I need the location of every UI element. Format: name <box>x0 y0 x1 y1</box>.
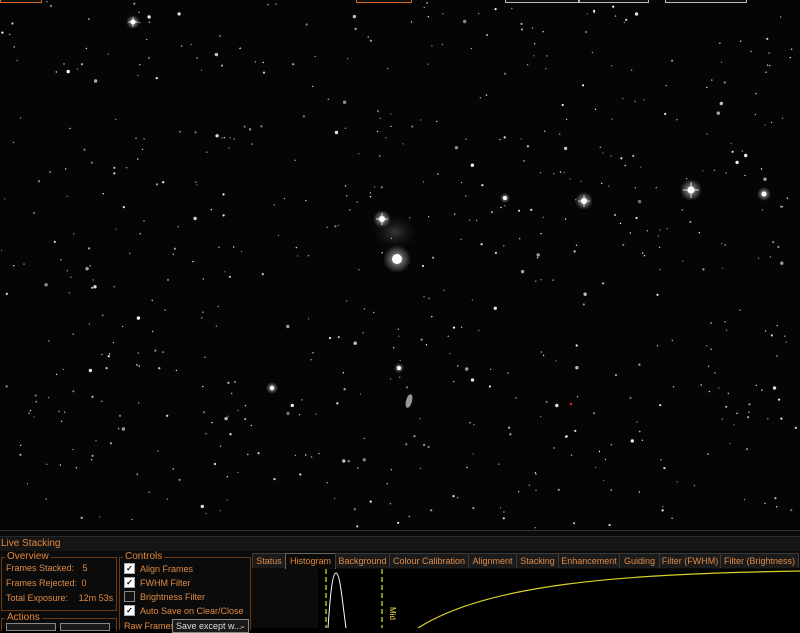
checkbox-check-icon: ✓ <box>124 605 135 617</box>
tab-alignment[interactable]: Alignment <box>468 553 517 568</box>
tab-background[interactable]: Background <box>335 553 390 568</box>
tab-status[interactable]: Status <box>252 553 286 568</box>
checkbox-empty-icon <box>124 591 135 603</box>
toolbar-button[interactable] <box>356 0 412 3</box>
total-exposure-row: Total Exposure: 12m 53s <box>6 593 113 603</box>
frames-stacked-value: 5 <box>82 563 88 573</box>
bright-star <box>575 192 593 210</box>
mid-label: Mid <box>388 607 397 620</box>
auto-save-label: Auto Save on Clear/Close <box>140 606 244 616</box>
tab-guiding[interactable]: Guiding <box>619 553 660 568</box>
controls-title: Controls <box>123 551 165 563</box>
tab-enhancement[interactable]: Enhancement <box>558 553 620 568</box>
frames-stacked-row: Frames Stacked: 5 <box>6 563 88 573</box>
tab-stacking[interactable]: Stacking <box>516 553 559 568</box>
stacked-image-view[interactable] <box>0 0 800 530</box>
brightness-filter-checkbox[interactable]: Brightness Filter <box>124 591 205 603</box>
toolbar-button[interactable] <box>665 0 747 3</box>
total-exposure-value: 12m 53s <box>78 593 114 603</box>
align-frames-checkbox[interactable]: ✓ Align Frames <box>124 563 193 575</box>
red-marker <box>569 402 573 406</box>
panel-title: Live Stacking <box>0 536 800 551</box>
bright-star <box>500 193 510 203</box>
chevron-down-icon: ⌄ <box>239 621 246 630</box>
total-exposure-label: Total Exposure: <box>6 593 69 603</box>
bright-star <box>394 363 404 373</box>
bright-star <box>680 179 702 201</box>
toolbar-button[interactable] <box>0 0 42 3</box>
controls-group: Controls ✓ Align Frames ✓ FWHM Filter Brig… <box>119 551 251 633</box>
overview-title: Overview <box>5 551 51 563</box>
bright-star <box>126 15 140 29</box>
checkbox-check-icon: ✓ <box>124 563 135 575</box>
action-button[interactable] <box>6 623 56 631</box>
auto-save-checkbox[interactable]: ✓ Auto Save on Clear/Close <box>124 605 244 617</box>
brightness-filter-label: Brightness Filter <box>140 592 206 602</box>
frames-rejected-label: Frames Rejected: <box>6 578 78 588</box>
toolbar-button[interactable] <box>505 0 579 3</box>
tab-filter-brightness[interactable]: Filter (Brightness) <box>720 553 799 568</box>
align-frames-label: Align Frames <box>140 564 194 574</box>
action-button[interactable] <box>60 623 110 631</box>
frames-rejected-row: Frames Rejected: 0 <box>6 578 87 588</box>
live-stacking-panel: Live Stacking Overview Frames Stacked: 5… <box>0 530 800 633</box>
frames-stacked-label: Frames Stacked: <box>6 563 75 573</box>
tab-filter-fwhm[interactable]: Filter (FWHM) <box>659 553 721 568</box>
tab-histogram[interactable]: Histogram <box>285 553 336 569</box>
tab-colour-calibration[interactable]: Colour Calibration <box>389 553 469 568</box>
raw-frames-value: Save except w... <box>176 621 242 631</box>
histogram-plot[interactable]: Mid <box>318 569 800 628</box>
bright-star <box>373 210 391 228</box>
toolbar-button[interactable] <box>579 0 649 3</box>
bright-star <box>757 187 771 201</box>
raw-frames-select[interactable]: Save except w... ⌄ <box>172 619 249 633</box>
overview-group: Overview Frames Stacked: 5 Frames Reject… <box>1 551 117 611</box>
fwhm-filter-label: FWHM Filter <box>140 578 191 588</box>
checkbox-check-icon: ✓ <box>124 577 135 589</box>
fwhm-filter-checkbox[interactable]: ✓ FWHM Filter <box>124 577 191 589</box>
bright-star <box>266 382 278 394</box>
frames-rejected-value: 0 <box>81 578 87 588</box>
raw-frames-label: Raw Frames <box>124 621 176 631</box>
